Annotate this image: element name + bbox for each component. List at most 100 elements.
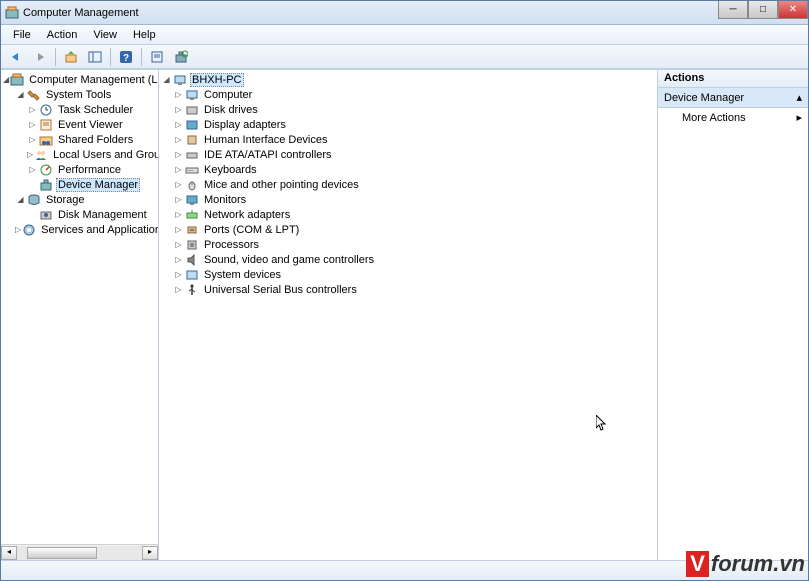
tree-node-services-apps[interactable]: ▷ Services and Applications xyxy=(1,222,158,237)
scroll-thumb[interactable] xyxy=(27,547,97,559)
device-node-ports[interactable]: ▷ Ports (COM & LPT) xyxy=(159,222,657,237)
tree-node-disk-management[interactable]: Disk Management xyxy=(1,207,158,222)
expand-icon[interactable]: ▷ xyxy=(173,149,184,160)
expand-icon[interactable]: ▷ xyxy=(173,194,184,205)
tree-label: Services and Applications xyxy=(39,224,158,236)
clock-icon xyxy=(39,103,53,117)
tree-label: Device Manager xyxy=(56,178,140,192)
device-node-disk-drives[interactable]: ▷ Disk drives xyxy=(159,102,657,117)
tree-label: Computer Management (Local xyxy=(27,74,158,86)
menu-view[interactable]: View xyxy=(85,27,125,43)
device-node-root[interactable]: ◢ BHXH-PC xyxy=(159,72,657,87)
expand-icon[interactable]: ▷ xyxy=(27,104,38,115)
console-tree-pane: ◢ Computer Management (Local ◢ System To… xyxy=(1,70,159,560)
app-icon xyxy=(5,6,19,20)
keyboard-icon xyxy=(185,163,199,177)
menu-action[interactable]: Action xyxy=(39,27,86,43)
expand-icon[interactable]: ▷ xyxy=(173,239,184,250)
expand-icon[interactable]: ▷ xyxy=(173,89,184,100)
maximize-button[interactable]: □ xyxy=(748,1,778,19)
show-hide-tree-button[interactable] xyxy=(84,47,106,67)
event-icon xyxy=(39,118,53,132)
tree-node-task-scheduler[interactable]: ▷ Task Scheduler xyxy=(1,102,158,117)
device-node-usb[interactable]: ▷ Universal Serial Bus controllers xyxy=(159,282,657,297)
device-node-monitors[interactable]: ▷ Monitors xyxy=(159,192,657,207)
device-node-keyboards[interactable]: ▷ Keyboards xyxy=(159,162,657,177)
actions-item-label: More Actions xyxy=(682,112,746,124)
actions-section-label: Device Manager xyxy=(664,92,744,104)
expand-icon[interactable]: ▷ xyxy=(173,134,184,145)
titlebar[interactable]: Computer Management ─ □ ✕ xyxy=(1,1,808,25)
computer-icon xyxy=(185,88,199,102)
tree-node-device-manager[interactable]: Device Manager xyxy=(1,177,158,192)
expand-icon[interactable]: ▷ xyxy=(27,134,38,145)
scroll-left-button[interactable]: ◂ xyxy=(1,546,17,560)
device-node-system-devices[interactable]: ▷ System devices xyxy=(159,267,657,282)
actions-more[interactable]: More Actions ▸ xyxy=(658,108,808,127)
processor-icon xyxy=(185,238,199,252)
minimize-button[interactable]: ─ xyxy=(718,1,748,19)
device-tree[interactable]: ◢ BHXH-PC ▷ Computer ▷ Disk drives ▷ xyxy=(159,70,657,560)
device-node-hid[interactable]: ▷ Human Interface Devices xyxy=(159,132,657,147)
properties-button[interactable] xyxy=(146,47,168,67)
expand-icon[interactable]: ▷ xyxy=(173,224,184,235)
expand-icon[interactable]: ▷ xyxy=(173,284,184,295)
tree-label: Storage xyxy=(44,194,87,206)
tree-node-storage[interactable]: ◢ Storage xyxy=(1,192,158,207)
disk-icon xyxy=(39,208,53,222)
device-node-sound[interactable]: ▷ Sound, video and game controllers xyxy=(159,252,657,267)
tree-node-system-tools[interactable]: ◢ System Tools xyxy=(1,87,158,102)
collapse-icon[interactable]: ◢ xyxy=(161,74,172,85)
back-button[interactable] xyxy=(5,47,27,67)
forward-button[interactable] xyxy=(29,47,51,67)
horizontal-scrollbar[interactable]: ◂ ▸ xyxy=(1,544,158,560)
actions-section-device-manager[interactable]: Device Manager ▴ xyxy=(658,88,808,108)
expand-icon[interactable]: ▷ xyxy=(27,119,38,130)
device-node-computer[interactable]: ▷ Computer xyxy=(159,87,657,102)
menu-help[interactable]: Help xyxy=(125,27,164,43)
usb-icon xyxy=(185,283,199,297)
device-label: BHXH-PC xyxy=(190,73,244,87)
device-node-network[interactable]: ▷ Network adapters xyxy=(159,207,657,222)
device-label: Ports (COM & LPT) xyxy=(202,224,301,236)
collapse-icon[interactable]: ◢ xyxy=(15,194,26,205)
port-icon xyxy=(185,223,199,237)
device-node-ide[interactable]: ▷ IDE ATA/ATAPI controllers xyxy=(159,147,657,162)
close-button[interactable]: ✕ xyxy=(778,1,808,19)
tree-node-performance[interactable]: ▷ Performance xyxy=(1,162,158,177)
collapse-icon[interactable]: ◢ xyxy=(15,89,26,100)
expand-icon[interactable]: ▷ xyxy=(173,104,184,115)
help-button[interactable]: ? xyxy=(115,47,137,67)
tree-node-local-users[interactable]: ▷ Local Users and Groups xyxy=(1,147,158,162)
scroll-track[interactable] xyxy=(17,546,142,560)
device-label: Universal Serial Bus controllers xyxy=(202,284,359,296)
expand-icon[interactable]: ▷ xyxy=(27,149,33,160)
device-node-mice[interactable]: ▷ Mice and other pointing devices xyxy=(159,177,657,192)
menu-file[interactable]: File xyxy=(5,27,39,43)
expand-icon[interactable]: ▷ xyxy=(173,209,184,220)
tree-node-root[interactable]: ◢ Computer Management (Local xyxy=(1,72,158,87)
collapse-icon[interactable]: ◢ xyxy=(3,74,9,85)
tree-node-shared-folders[interactable]: ▷ Shared Folders xyxy=(1,132,158,147)
device-node-display[interactable]: ▷ Display adapters xyxy=(159,117,657,132)
scroll-right-button[interactable]: ▸ xyxy=(142,546,158,560)
expand-icon[interactable]: ▷ xyxy=(173,119,184,130)
expand-icon[interactable]: ▷ xyxy=(173,254,184,265)
network-icon xyxy=(185,208,199,222)
expand-icon[interactable]: ▷ xyxy=(27,164,38,175)
expand-icon[interactable]: ▷ xyxy=(173,269,184,280)
tree-label: Local Users and Groups xyxy=(51,149,158,161)
up-button[interactable] xyxy=(60,47,82,67)
storage-icon xyxy=(27,193,41,207)
device-node-processors[interactable]: ▷ Processors xyxy=(159,237,657,252)
tree-label: Disk Management xyxy=(56,209,149,221)
expand-icon[interactable]: ▷ xyxy=(15,224,21,235)
console-tree[interactable]: ◢ Computer Management (Local ◢ System To… xyxy=(1,70,158,544)
expand-icon[interactable]: ▷ xyxy=(173,164,184,175)
toolbar: ? xyxy=(1,45,808,69)
scan-hardware-button[interactable] xyxy=(170,47,192,67)
system-device-icon xyxy=(185,268,199,282)
expand-icon[interactable]: ▷ xyxy=(173,179,184,190)
ide-icon xyxy=(185,148,199,162)
tree-node-event-viewer[interactable]: ▷ Event Viewer xyxy=(1,117,158,132)
